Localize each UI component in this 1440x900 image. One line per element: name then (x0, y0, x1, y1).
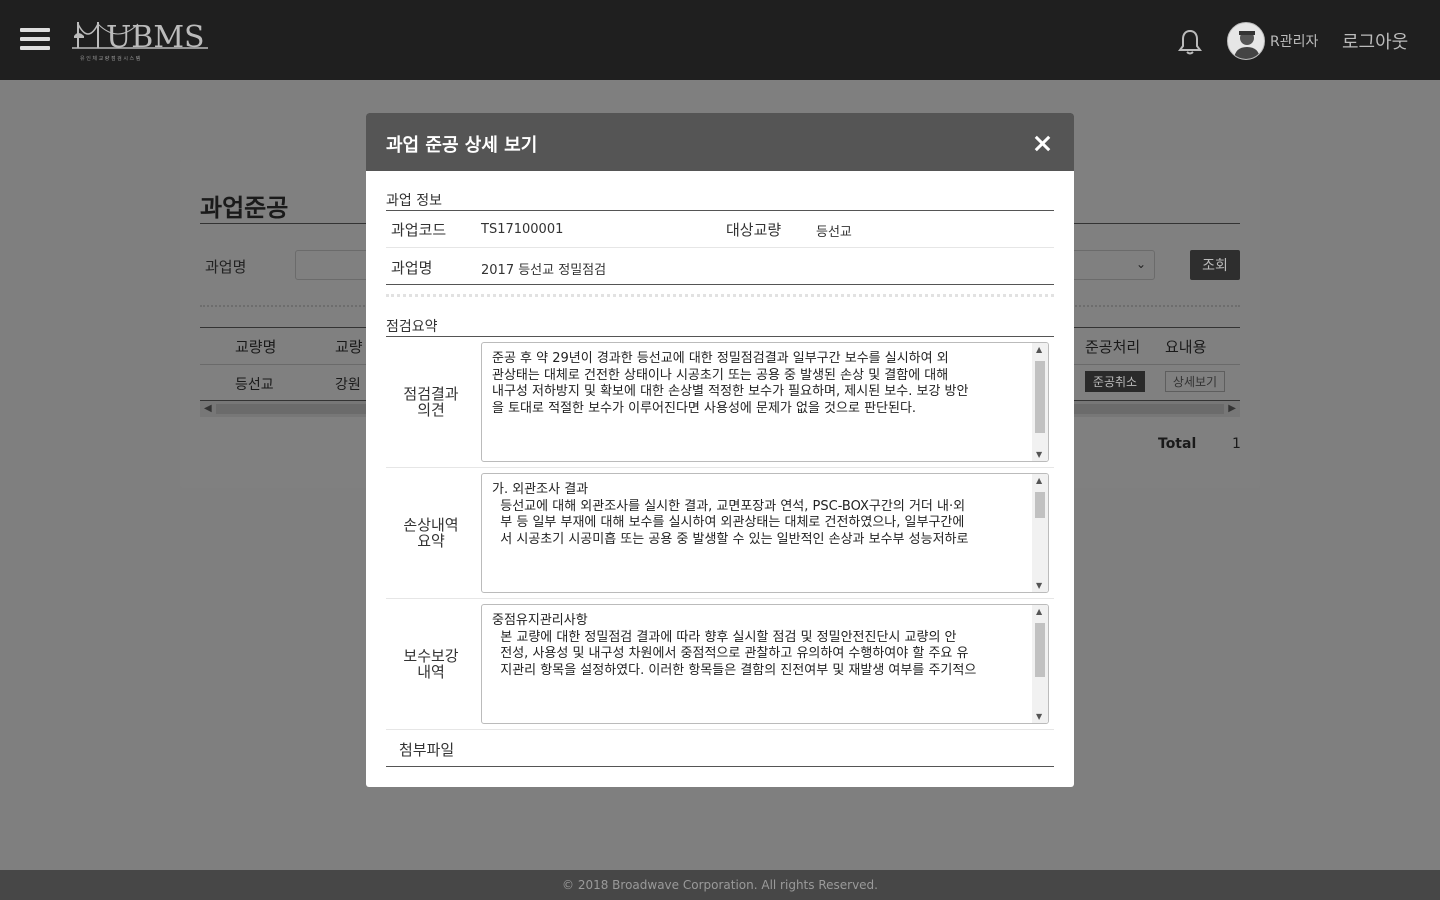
copyright-text: © 2018 Broadwave Corporation. All rights… (562, 878, 878, 892)
row-divider (386, 467, 1054, 468)
logout-link[interactable]: 로그아웃 (1342, 28, 1408, 54)
damage-summary-textarea[interactable]: 가. 외관조사 결과 등선교에 대해 외관조사를 실시한 결과, 교면포장과 연… (481, 473, 1049, 593)
opinion-label: 점검결과 의견 (403, 385, 459, 419)
task-name-input[interactable] (295, 250, 375, 280)
total-label: Total (1158, 436, 1197, 452)
scroll-up-icon[interactable]: ▲ (1036, 345, 1042, 354)
task-completion-detail-modal: 과업 준공 상세 보기 과업 정보 과업코드 TS17100001 대상교량 등… (366, 113, 1074, 787)
user-avatar[interactable] (1227, 22, 1265, 60)
section-divider (386, 766, 1054, 767)
repair-detail-textarea[interactable]: 중점유지관리사항 본 교량에 대한 정밀점검 결과에 따라 향후 실시할 점검 … (481, 604, 1049, 724)
close-icon[interactable] (1032, 133, 1052, 153)
scroll-up-icon[interactable]: ▲ (1036, 476, 1042, 485)
total-value: 1 (1232, 436, 1241, 452)
target-bridge-label: 대상교량 (726, 221, 782, 239)
filter-select[interactable]: ⌄ (1060, 250, 1155, 280)
notification-bell-icon[interactable] (1178, 28, 1202, 56)
repair-detail-text: 중점유지관리사항 본 교량에 대한 정밀점검 결과에 따라 향후 실시할 점검 … (492, 613, 977, 678)
dotted-divider (386, 294, 1054, 297)
vertical-scrollbar[interactable]: ▲ ▼ (1032, 343, 1048, 461)
view-detail-button[interactable]: 상세보기 (1165, 371, 1225, 392)
task-code-value: TS17100001 (481, 222, 564, 237)
vertical-scrollbar[interactable]: ▲ ▼ (1032, 605, 1048, 723)
task-name-label: 과업명 (391, 259, 433, 277)
page-title: 과업준공 (200, 194, 289, 222)
chevron-down-icon: ⌄ (1135, 257, 1146, 271)
task-info-section-title: 과업 정보 (386, 193, 442, 209)
summary-section-title: 점검요약 (386, 319, 438, 335)
column-header-content: 요내용 (1165, 338, 1207, 356)
scroll-down-icon[interactable]: ▼ (1036, 712, 1042, 721)
section-divider (386, 284, 1054, 285)
user-name: R관리자 (1270, 34, 1319, 50)
scroll-left-icon[interactable]: ◀ (204, 403, 212, 414)
task-name-value: 2017 등선교 정밀점검 (481, 263, 607, 278)
scroll-down-icon[interactable]: ▼ (1036, 581, 1042, 590)
ubms-logo[interactable]: UBMS 유 인 체 교 량 점 검 시 스 템 (70, 14, 210, 64)
scroll-right-icon[interactable]: ▶ (1228, 403, 1236, 414)
task-code-label: 과업코드 (391, 221, 447, 239)
column-header-bridge-2: 교량 (335, 338, 363, 356)
inspection-opinion-text: 준공 후 약 29년이 경과한 등선교에 대한 정밀점검결과 일부구간 보수를 … (492, 351, 969, 416)
menu-icon[interactable] (20, 28, 50, 50)
row-divider (386, 598, 1054, 599)
row-divider (386, 247, 1054, 248)
top-header: UBMS 유 인 체 교 량 점 검 시 스 템 R관리자 로그아웃 (0, 0, 1440, 80)
avatar-person-icon (1234, 31, 1260, 59)
filter-label: 과업명 (205, 258, 247, 276)
damage-summary-text: 가. 외관조사 결과 등선교에 대해 외관조사를 실시한 결과, 교면포장과 연… (492, 482, 969, 547)
damage-summary-label: 손상내역 요약 (403, 516, 459, 550)
scroll-thumb[interactable] (1035, 361, 1045, 433)
attachment-label: 첨부파일 (399, 741, 455, 759)
column-header-completion: 준공처리 (1085, 338, 1141, 356)
scroll-thumb[interactable] (1035, 623, 1045, 677)
target-bridge-value: 등선교 (816, 225, 852, 240)
footer: © 2018 Broadwave Corporation. All rights… (0, 870, 1440, 900)
cancel-completion-button[interactable]: 준공취소 (1085, 371, 1145, 392)
cell-bridge-name: 등선교 (235, 377, 274, 393)
repair-detail-label: 보수보강 내역 (403, 647, 459, 681)
modal-title: 과업 준공 상세 보기 (386, 135, 538, 156)
cell-region: 강원 (335, 377, 361, 393)
column-header-bridge: 교량명 (235, 338, 277, 356)
scroll-up-icon[interactable]: ▲ (1036, 607, 1042, 616)
logo-subtitle: 유 인 체 교 량 점 검 시 스 템 (80, 55, 141, 62)
section-divider (386, 336, 1054, 337)
modal-header: 과업 준공 상세 보기 (366, 113, 1074, 171)
vertical-scrollbar[interactable]: ▲ ▼ (1032, 474, 1048, 592)
logo-text: UBMS (106, 20, 205, 55)
inspection-opinion-textarea[interactable]: 준공 후 약 29년이 경과한 등선교에 대한 정밀점검결과 일부구간 보수를 … (481, 342, 1049, 462)
section-divider (386, 210, 1054, 211)
search-button[interactable]: 조회 (1190, 250, 1240, 280)
scroll-down-icon[interactable]: ▼ (1036, 450, 1042, 459)
row-divider (386, 729, 1054, 730)
scroll-thumb[interactable] (1035, 492, 1045, 518)
